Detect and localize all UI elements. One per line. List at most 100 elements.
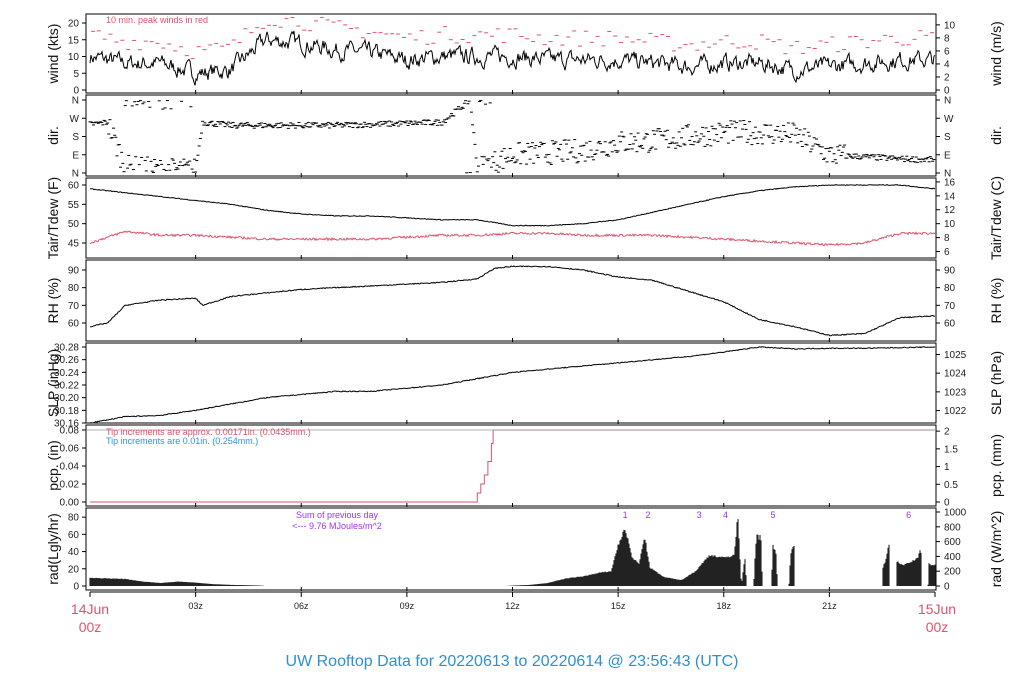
pcp-left-tick-label: 0.02	[60, 480, 80, 491]
panel-dir: NESWNNESWNdir. dir.	[45, 94, 1004, 180]
wind-ylabel: wind (kts)	[45, 24, 61, 85]
rh-ylabel: RH (%)	[45, 278, 61, 324]
precip-note-blue: Tip increments are 0.01in. (0.254mm.)	[106, 436, 258, 446]
radiation-sum-value: <--- 9.76 MJoules/m^2	[292, 521, 382, 531]
rh-right-tick-label: 60	[944, 319, 956, 330]
pcp-ylabel-right: pcp. (mm)	[988, 434, 1004, 497]
rad-left-tick-label: 80	[68, 513, 80, 524]
wind-right-tick-label: 8	[944, 33, 950, 44]
rad-right-tick-label: 400	[944, 552, 961, 563]
time-axis-tick-label: 12z	[505, 601, 520, 611]
dir-right-tick-label: S	[944, 132, 951, 143]
weather-chart: 051015200246810wind (kts) wind (m/s)10 mi…	[45, 13, 1004, 670]
wind-ylabel-right: wind (m/s)	[988, 21, 1004, 87]
time-axis-tick-label: 09z	[400, 601, 415, 611]
slp-right-tick-label: 1025	[944, 350, 967, 361]
dir-left-tick-label: E	[72, 150, 79, 161]
rad-right-tick-label: 800	[944, 522, 961, 533]
temp-right-tick-label: 16	[944, 177, 956, 188]
pcp-left-tick-label: 0.04	[60, 462, 80, 473]
temp-right-tick-label: 12	[944, 205, 956, 216]
pcp-left-tick-label: 0.06	[60, 444, 80, 455]
dir-left-tick-label: N	[72, 169, 79, 180]
slp-line	[89, 346, 936, 424]
time-axis: 14Jun 00z 15Jun 00z 03z 06z 09z 12z 15z 18z 21…	[71, 591, 956, 635]
panels: 051015200246810wind (kts) wind (m/s)10 mi…	[45, 13, 1004, 593]
rh-right-tick-label: 80	[944, 283, 956, 294]
pcp-ylabel: pcp. (in)	[45, 440, 61, 491]
temp-ylabel: Tair/Tdew (F)	[45, 177, 61, 259]
wind-right-tick-label: 10	[944, 20, 956, 31]
time-axis-tick-label: 21z	[822, 601, 837, 611]
time-axis-tick-label: 15z	[611, 601, 626, 611]
temp-right-tick-label: 8	[944, 233, 950, 244]
time-axis-tick-label: 06z	[294, 601, 309, 611]
rh-ylabel-right: RH (%)	[988, 278, 1004, 324]
wind-right-tick-label: 6	[944, 46, 950, 57]
rh-left-tick-label: 90	[68, 266, 80, 277]
temp-frame	[85, 177, 937, 259]
slp-right-tick-label: 1023	[944, 387, 967, 398]
dir-left-tick-label: N	[72, 96, 79, 107]
rad-frame	[85, 507, 937, 591]
dir-ylabel: dir.	[45, 126, 61, 145]
radiation-marker-label: 6	[906, 510, 911, 520]
pcp-right-tick-label: 1	[944, 462, 950, 473]
dir-ylabel-right: dir.	[988, 126, 1004, 145]
rad-left-tick-label: 20	[68, 564, 80, 575]
dir-right-tick-label: N	[944, 96, 951, 107]
radiation-marker-label: 4	[723, 510, 728, 520]
wind-speed-line	[89, 30, 936, 86]
time-axis-tick-label: 18z	[716, 601, 731, 611]
temp-left-tick-label: 55	[68, 200, 80, 211]
wind-right-tick-label: 4	[944, 59, 950, 70]
time-axis-tick-label: 03z	[188, 601, 203, 611]
rh-right-tick-label: 90	[944, 266, 956, 277]
panel-rh: 60 70 80 90 60 70 80 90 RH (%) RH (%)	[45, 259, 1004, 342]
panel-wind: 051015200246810wind (kts) wind (m/s)10 mi…	[45, 13, 1004, 97]
rh-frame	[85, 259, 937, 342]
wind-frame	[85, 13, 937, 94]
start-date-label: 14Jun	[71, 601, 109, 617]
pcp-right-tick-label: 0.5	[944, 480, 958, 491]
temp-right-tick-label: 6	[944, 247, 950, 258]
wind-left-tick-label: 10	[68, 52, 80, 63]
temp-right-tick-label: 14	[944, 191, 956, 202]
radiation-sum-note: Sum of previous day	[296, 510, 379, 520]
end-date-label: 15Jun	[918, 601, 956, 617]
rad-left-tick-label: 0	[73, 582, 79, 593]
rh-left-tick-label: 60	[68, 319, 80, 330]
tair-line	[89, 184, 936, 227]
pcp-left-tick-label: 0.00	[60, 498, 80, 509]
wind-left-tick-label: 15	[68, 35, 80, 46]
dir-right-tick-label: W	[944, 114, 954, 125]
dir-left-tick-label: W	[70, 114, 80, 125]
dir-right-tick-label: E	[944, 150, 951, 161]
start-hour-label: 00z	[79, 619, 102, 635]
panel-rad: 02040608002004006008001000rad(Lgly/hr) ra…	[45, 507, 1004, 593]
pcp-right-tick-label: 2	[944, 427, 950, 438]
temp-left-tick-label: 50	[68, 219, 80, 230]
temp-right-tick-label: 10	[944, 219, 956, 230]
rad-left-tick-label: 40	[68, 547, 80, 558]
rh-line	[90, 265, 936, 337]
rad-right-tick-label: 0	[944, 582, 950, 593]
rad-right-tick-label: 200	[944, 567, 961, 578]
temp-ylabel-right: Tair/Tdew (C)	[988, 176, 1004, 260]
rh-right-tick-label: 70	[944, 301, 956, 312]
wind-annotation: 10 min. peak winds in red	[106, 15, 208, 25]
tdew-line	[89, 230, 936, 247]
radiation-marker-label: 5	[771, 510, 776, 520]
slp-right-tick-label: 1024	[944, 369, 967, 380]
chart-title: UW Rooftop Data for 20220613 to 20220614…	[286, 653, 739, 670]
rad-ylabel: rad(Lgly/hr)	[45, 513, 61, 585]
end-hour-label: 00z	[926, 619, 949, 635]
dir-left-tick-label: S	[72, 132, 79, 143]
radiation-marker-label: 2	[646, 510, 651, 520]
rad-right-tick-label: 1000	[944, 508, 967, 519]
panel-slp: 30.1630.1830.2030.2230.2430.2630.2810221…	[45, 342, 1004, 430]
temp-left-tick-label: 60	[68, 181, 80, 192]
rh-left-tick-label: 70	[68, 301, 80, 312]
wind-left-tick-label: 5	[73, 69, 79, 80]
rad-ylabel-right: rad (W/m^2)	[988, 511, 1004, 588]
